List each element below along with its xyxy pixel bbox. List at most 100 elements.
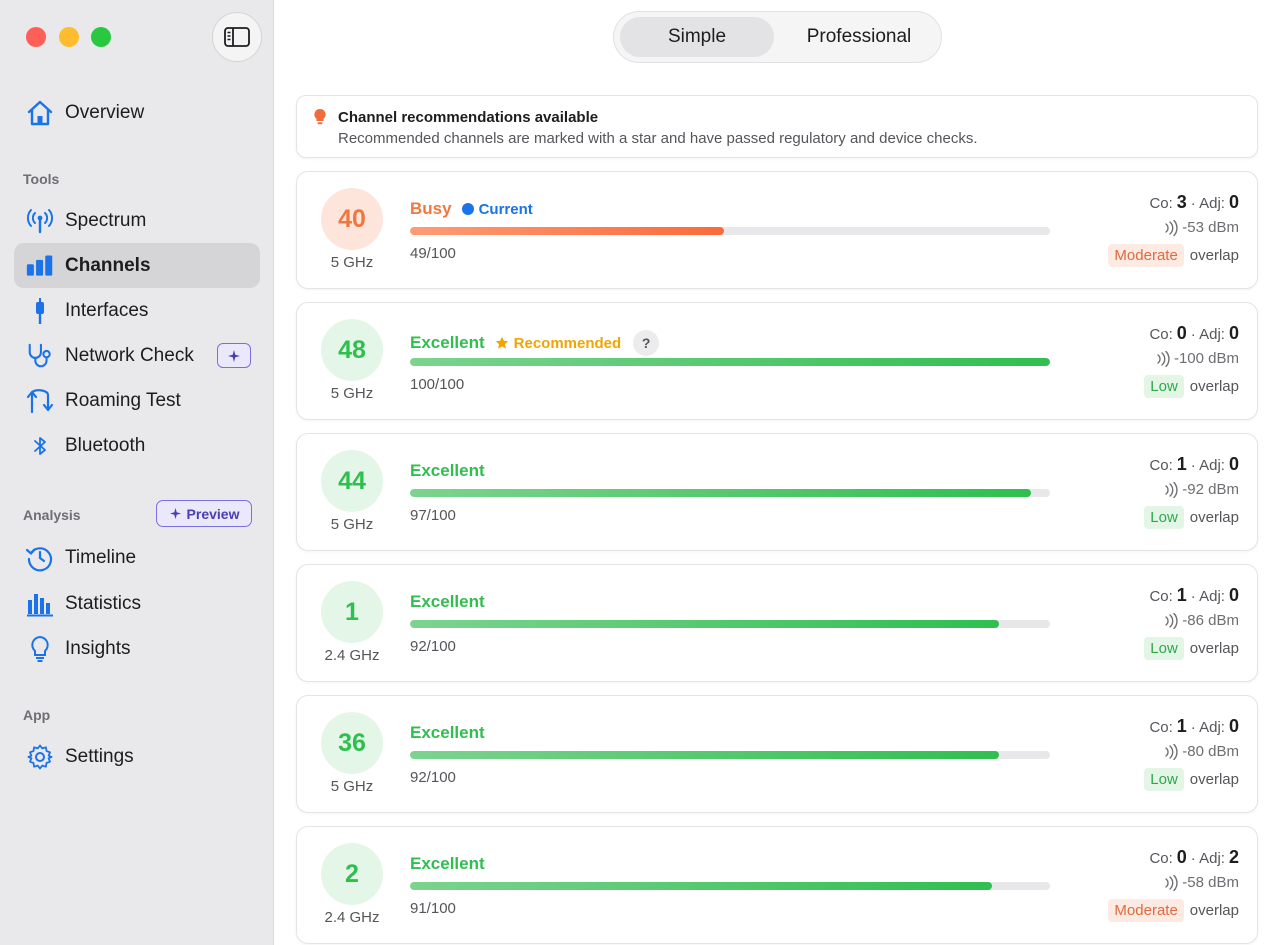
adj-value: 0 <box>1228 323 1239 343</box>
window-close-button[interactable] <box>26 27 46 47</box>
sidebar-item-network-check[interactable]: Network Check <box>14 333 214 378</box>
banner-text: Recommended channels are marked with a s… <box>338 130 978 147</box>
overlap-label: overlap <box>1189 640 1239 657</box>
overlap-badge: Moderate <box>1108 244 1184 267</box>
adj-label: · Adj: <box>1190 719 1225 736</box>
mode-simple-button[interactable]: Simple <box>620 17 774 57</box>
sidebar-item-insights[interactable]: Insights <box>14 626 260 671</box>
channel-score: 49/100 <box>410 245 456 262</box>
co-adj-line: Co: 1 · Adj: 0 <box>1144 454 1239 475</box>
current-dot-icon <box>461 203 474 215</box>
score-bar-fill <box>410 751 999 759</box>
co-adj-line: Co: 0 · Adj: 0 <box>1144 323 1239 344</box>
sidebar: Overview Tools Spectrum Channels Interfa… <box>0 0 274 945</box>
sidebar-item-statistics[interactable]: Statistics <box>14 581 260 626</box>
sidebar-item-label: Network Check <box>65 344 194 366</box>
channel-stats: Co: 3 · Adj: 0 -53 dBm Moderate overlap <box>1108 192 1239 267</box>
co-value: 0 <box>1176 323 1187 343</box>
signal-waves-icon <box>1165 219 1178 236</box>
section-label-analysis: Analysis <box>23 507 81 523</box>
banner-title: Channel recommendations available <box>338 109 599 126</box>
window-minimize-button[interactable] <box>59 27 79 47</box>
channel-band: 5 GHz <box>330 385 374 402</box>
channel-stats: Co: 1 · Adj: 0 -92 dBm Low overlap <box>1144 454 1239 529</box>
overlap-line: Moderate overlap <box>1108 244 1239 267</box>
sidebar-item-timeline[interactable]: Timeline <box>14 535 260 580</box>
score-bar-fill <box>410 227 724 235</box>
recommendation-banner: Channel recommendations available Recomm… <box>296 95 1258 158</box>
co-value: 3 <box>1176 192 1187 212</box>
adj-value: 0 <box>1228 716 1239 736</box>
help-button[interactable]: ? <box>633 330 660 356</box>
section-label-tools: Tools <box>23 171 60 187</box>
overlap-line: Low overlap <box>1144 768 1239 791</box>
channel-number: 48 <box>321 319 383 381</box>
signal-line: -80 dBm <box>1144 743 1239 760</box>
status-row: Excellent <box>410 854 485 874</box>
channel-card[interactable]: 36 5 GHz Excellent 92/100 Co: 1 · Adj: 0 -80 dBm… <box>296 695 1258 813</box>
recommended-label: Recommended <box>513 334 622 352</box>
channel-stats: Co: 1 · Adj: 0 -86 dBm Low overlap <box>1144 585 1239 660</box>
sidebar-item-settings[interactable]: Settings <box>14 734 260 779</box>
signal-line: -53 dBm <box>1108 219 1239 236</box>
co-value: 1 <box>1176 716 1187 736</box>
sidebar-item-label: Insights <box>65 637 131 659</box>
current-tag: Current <box>461 201 533 218</box>
sidebar-item-spectrum[interactable]: Spectrum <box>14 198 260 243</box>
score-bar <box>410 751 1050 759</box>
sidebar-item-label: Channels <box>65 254 151 276</box>
house-icon <box>26 99 54 127</box>
channel-band: 5 GHz <box>330 254 374 271</box>
signal-dbm: -58 dBm <box>1182 874 1239 891</box>
preview-badge[interactable]: Preview <box>156 500 252 527</box>
score-bar <box>410 358 1050 366</box>
channel-card[interactable]: 1 2.4 GHz Excellent 92/100 Co: 1 · Adj: 0 -86 dB… <box>296 564 1258 682</box>
overlap-badge: Low <box>1144 506 1184 529</box>
overlap-line: Moderate overlap <box>1108 899 1239 922</box>
sidebar-item-channels[interactable]: Channels <box>14 243 260 288</box>
channel-number: 44 <box>321 450 383 512</box>
overlap-badge: Low <box>1144 637 1184 660</box>
channel-stats: Co: 0 · Adj: 0 -100 dBm Low overlap <box>1144 323 1239 398</box>
sidebar-item-roaming-test[interactable]: Roaming Test <box>14 378 260 423</box>
co-value: 1 <box>1176 585 1187 605</box>
channel-card[interactable]: 2 2.4 GHz Excellent 91/100 Co: 0 · Adj: 2 -58 dB… <box>296 826 1258 944</box>
status-row: Excellent Recommended? <box>410 330 660 356</box>
recommended-tag: Recommended <box>495 334 622 352</box>
adj-value: 2 <box>1228 847 1239 867</box>
sidebar-item-label: Spectrum <box>65 209 147 231</box>
sidebar-item-label: Statistics <box>65 592 142 614</box>
sidebar-item-label: Bluetooth <box>65 434 146 456</box>
channel-card[interactable]: 48 5 GHz Excellent Recommended? 100/100 Co: 0 ·… <box>296 302 1258 420</box>
channel-status: Excellent <box>410 461 485 480</box>
co-label: Co: <box>1149 719 1173 736</box>
plug-icon <box>26 297 54 325</box>
score-bar <box>410 227 1050 235</box>
status-row: Excellent <box>410 461 485 481</box>
mode-professional-button[interactable]: Professional <box>782 17 936 57</box>
history-icon <box>26 544 54 572</box>
channel-card[interactable]: 40 5 GHz Busy Current 49/100 Co: 3 · Adj: 0 -53 d… <box>296 171 1258 289</box>
antenna-icon <box>26 207 54 235</box>
score-bar-fill <box>410 358 1050 366</box>
adj-value: 0 <box>1228 454 1239 474</box>
channel-number: 40 <box>321 188 383 250</box>
signal-dbm: -53 dBm <box>1182 219 1239 236</box>
status-row: Busy Current <box>410 199 533 219</box>
sidebar-toggle-button[interactable] <box>212 12 262 62</box>
overlap-label: overlap <box>1189 378 1239 395</box>
overlap-line: Low overlap <box>1144 506 1239 529</box>
channel-number: 1 <box>321 581 383 643</box>
window-zoom-button[interactable] <box>91 27 111 47</box>
sparkle-badge <box>217 343 251 368</box>
channel-stats: Co: 0 · Adj: 2 -58 dBm Moderate overlap <box>1108 847 1239 922</box>
lightbulb-icon <box>26 635 54 663</box>
score-bar <box>410 882 1050 890</box>
sidebar-item-interfaces[interactable]: Interfaces <box>14 288 260 333</box>
sidebar-item-overview[interactable]: Overview <box>14 90 260 135</box>
channel-card[interactable]: 44 5 GHz Excellent 97/100 Co: 1 · Adj: 0 -92 dBm… <box>296 433 1258 551</box>
sidebar-item-label: Overview <box>65 101 145 123</box>
adj-label: · Adj: <box>1190 326 1225 343</box>
sidebar-item-bluetooth[interactable]: Bluetooth <box>14 423 260 468</box>
star-icon <box>495 336 508 349</box>
